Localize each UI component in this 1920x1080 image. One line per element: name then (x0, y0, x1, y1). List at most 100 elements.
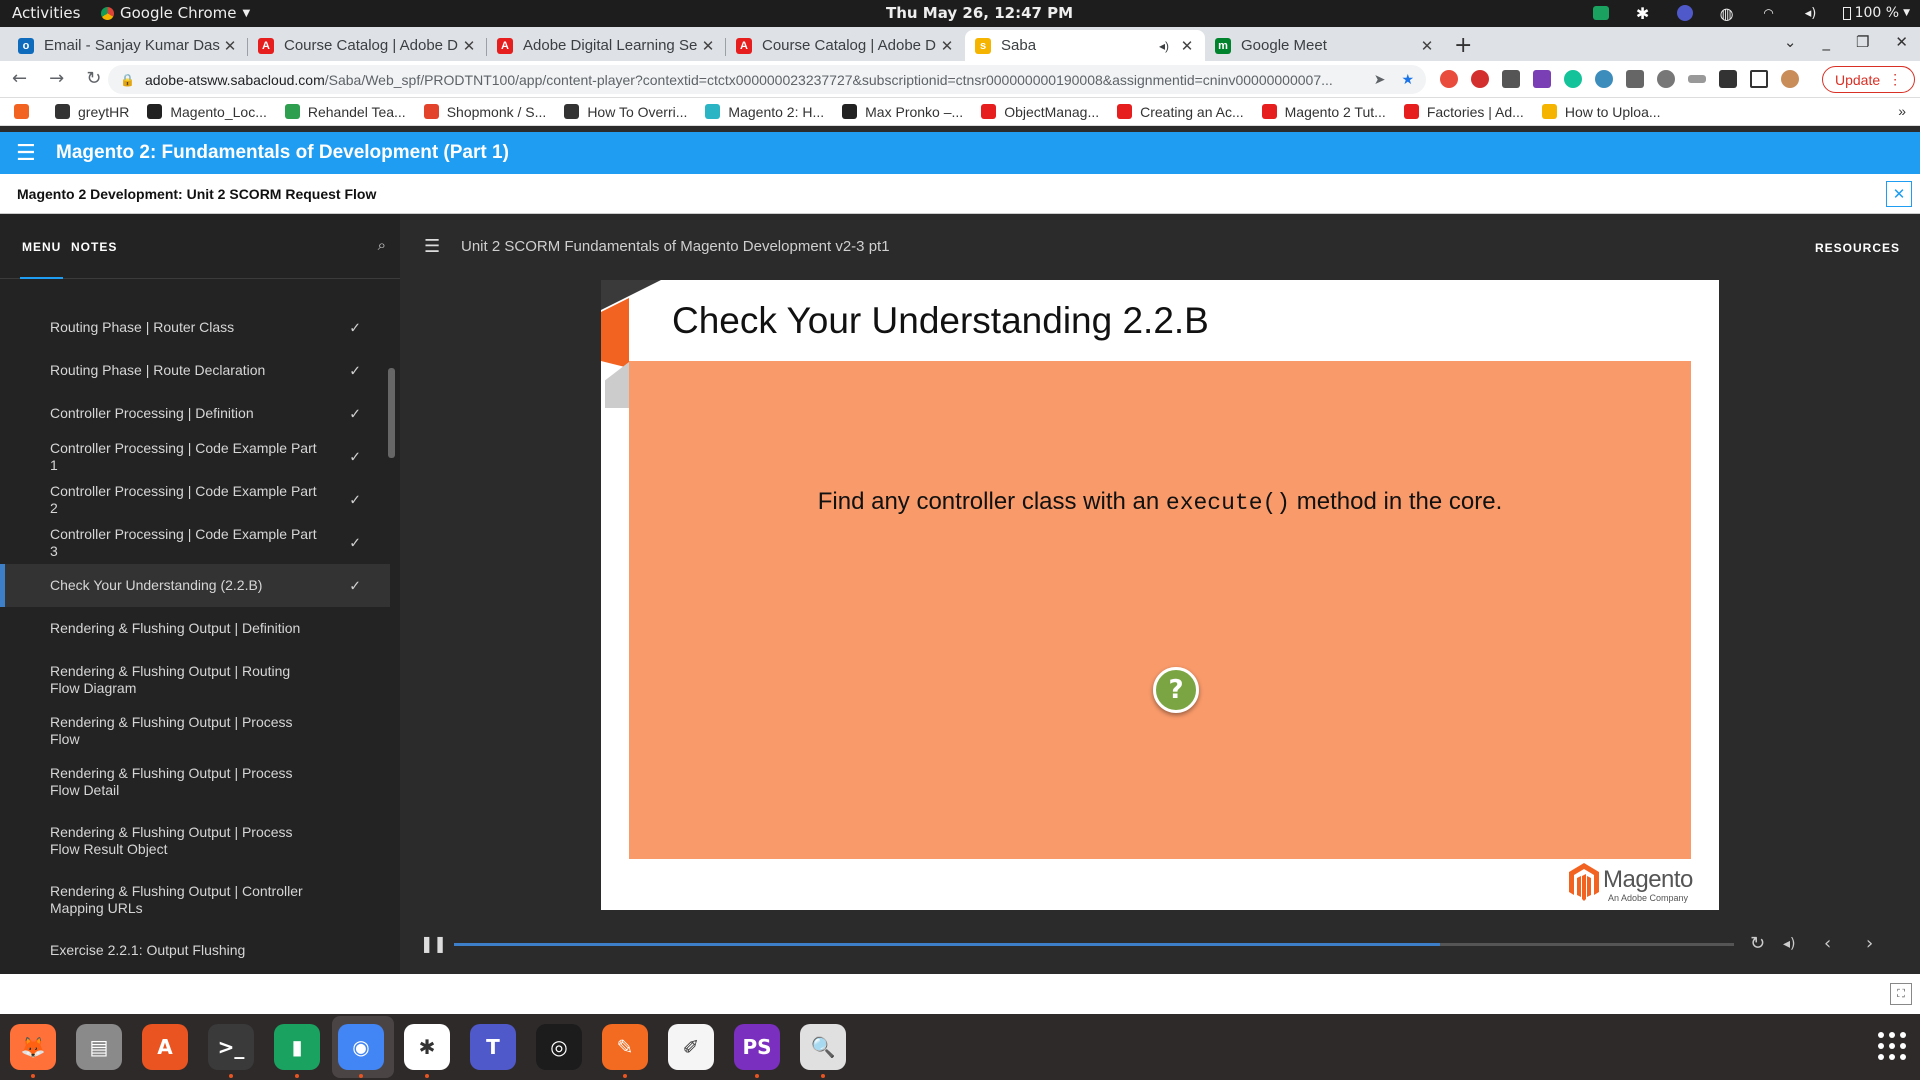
bookmark-magento[interactable] (14, 104, 37, 119)
sidebar-menu-item[interactable]: Rendering & Flushing Output | Controller… (0, 870, 390, 929)
close-player-button[interactable]: ✕ (1886, 181, 1912, 207)
slack-icon[interactable]: ✱ (404, 1024, 450, 1070)
bookmark-item[interactable]: Rehandel Tea... (284, 104, 406, 120)
google-chat-icon[interactable]: ▮ (274, 1024, 320, 1070)
wifi-icon[interactable]: ◠ (1759, 3, 1779, 23)
hamburger-menu-icon[interactable]: ☰ (16, 141, 38, 166)
sidebar-menu-item[interactable]: Rendering & Flushing Output | Definition (0, 607, 390, 650)
pause-icon[interactable]: ❚❚ (420, 934, 447, 953)
extension-icon[interactable] (1502, 70, 1520, 88)
software-center-icon[interactable]: A (142, 1024, 188, 1070)
fullscreen-icon[interactable]: ⛶ (1890, 983, 1912, 1005)
search-icon[interactable]: ⌕ (378, 236, 386, 254)
sidebar-menu-item[interactable]: Exercise 2.2.1: Output Flushing (0, 929, 390, 972)
tab-notes[interactable]: NOTES (71, 240, 117, 254)
app-menu[interactable]: Google Chrome ▼ (101, 4, 250, 22)
speaker-icon[interactable]: ◂) (1159, 39, 1169, 53)
chrome-icon[interactable]: ◉ (338, 1024, 384, 1070)
replay-icon[interactable]: ↻ (1750, 933, 1765, 954)
globe-icon[interactable]: ◍ (1717, 3, 1737, 23)
bookmark-item[interactable]: Magento_Loc... (147, 104, 267, 120)
tab-search-icon[interactable]: ⌄ (1784, 33, 1797, 51)
tab-menu[interactable]: MENU (22, 240, 61, 254)
gear-icon[interactable] (1657, 70, 1675, 88)
progress-bar[interactable] (454, 943, 1734, 946)
bookmark-item[interactable]: Creating an Ac... (1117, 104, 1244, 120)
close-icon[interactable]: ✕ (461, 37, 477, 55)
next-slide-icon[interactable]: › (1866, 933, 1873, 954)
adblock-icon[interactable] (1471, 70, 1489, 88)
bookmark-item[interactable]: greytHR (55, 104, 129, 120)
minimize-icon[interactable]: _ (1822, 33, 1830, 51)
reload-icon[interactable]: ↻ (86, 68, 101, 89)
terminal-icon[interactable]: >_ (208, 1024, 254, 1070)
sidebar-menu-item[interactable]: Rendering & Flushing Output | Process Fl… (0, 709, 390, 752)
sidebar-menu-item[interactable]: Rendering & Flushing Output | Routing Fl… (0, 650, 390, 709)
image-viewer-icon[interactable]: 🔍 (800, 1024, 846, 1070)
more-bookmarks-icon[interactable]: » (1898, 103, 1906, 119)
show-applications-icon[interactable] (1878, 1032, 1906, 1060)
bookmark-item[interactable]: Shopmonk / S... (423, 104, 546, 120)
tab-email[interactable]: o Email - Sanjay Kumar Das ✕ (8, 30, 248, 61)
sidebar-menu-item[interactable]: Controller Processing | Definition ✓ (0, 392, 390, 435)
pen-icon[interactable]: ✎ (602, 1024, 648, 1070)
bookmark-item[interactable]: Magento 2: H... (705, 104, 824, 120)
extension-icon[interactable] (1533, 70, 1551, 88)
side-panel-icon[interactable] (1750, 70, 1768, 88)
address-bar[interactable]: 🔒 adobe-atsww.sabacloud.com/Saba/Web_spf… (108, 65, 1426, 94)
puzzle-icon[interactable] (1719, 70, 1737, 88)
camera-icon[interactable]: ◎ (536, 1024, 582, 1070)
sidebar-menu-item[interactable]: Rendering & Flushing Output | Process Fl… (0, 811, 390, 870)
close-icon[interactable]: ✕ (222, 37, 238, 55)
google-chat-tray-icon[interactable] (1591, 3, 1611, 23)
battery-indicator[interactable]: 100 % ▼ (1842, 5, 1910, 21)
bookmark-item[interactable]: Magento 2 Tut... (1261, 104, 1386, 120)
close-icon[interactable]: ✕ (1179, 37, 1195, 55)
bookmark-item[interactable]: ObjectManag... (981, 104, 1099, 120)
sidebar-menu-item[interactable]: Controller Processing | Code Example Par… (0, 521, 390, 564)
slack-tray-icon[interactable]: ✱ (1633, 3, 1653, 23)
tab-adobe-digital-learning[interactable]: A Adobe Digital Learning Se ✕ (487, 30, 726, 61)
sidebar-menu-item[interactable]: Controller Processing | Code Example Par… (0, 478, 390, 521)
clock[interactable]: Thu May 26, 12:47 PM (886, 4, 1073, 22)
bookmark-star-icon[interactable]: ★ (1401, 71, 1414, 88)
sidebar-menu-item[interactable]: Rendering & Flushing Output | Process Fl… (0, 752, 390, 811)
sidebar-menu-item[interactable]: Check Your Understanding (2.2.B) ✓ (0, 564, 390, 607)
toggle-menu-icon[interactable]: ☰ (424, 236, 440, 257)
bookmark-item[interactable]: Max Pronko –... (842, 104, 963, 120)
sidebar-menu-item[interactable]: Routing Phase | Route Declaration ✓ (0, 349, 390, 392)
bookmark-item[interactable]: How To Overri... (564, 104, 687, 120)
volume-icon[interactable]: ◂) (1801, 3, 1821, 23)
resources-button[interactable]: RESOURCES (1815, 241, 1900, 255)
lock-icon[interactable]: 🔒 (120, 73, 135, 87)
update-button[interactable]: Update ⋮ (1822, 66, 1916, 93)
text-editor-icon[interactable]: ✐ (668, 1024, 714, 1070)
extension-icon[interactable] (1595, 70, 1613, 88)
activities-button[interactable]: Activities (12, 4, 80, 22)
tab-saba[interactable]: s Saba ◂) ✕ (965, 30, 1205, 61)
forward-arrow-icon[interactable]: → (49, 68, 64, 89)
close-window-icon[interactable]: ✕ (1895, 33, 1908, 51)
tab-course-catalog-2[interactable]: A Course Catalog | Adobe D ✕ (726, 30, 965, 61)
previous-slide-icon[interactable]: ‹ (1824, 933, 1831, 954)
send-icon[interactable]: ➤ (1374, 71, 1386, 88)
close-icon[interactable]: ✕ (700, 37, 716, 55)
files-icon[interactable]: ▤ (76, 1024, 122, 1070)
close-icon[interactable]: ✕ (939, 37, 955, 55)
tab-course-catalog-1[interactable]: A Course Catalog | Adobe D ✕ (248, 30, 487, 61)
avatar[interactable] (1781, 70, 1799, 88)
extension-icon[interactable] (1440, 70, 1458, 88)
bookmark-item[interactable]: How to Uploa... (1541, 104, 1661, 120)
new-tab-button[interactable]: + (1454, 33, 1472, 58)
sidebar-menu-item[interactable]: Routing Phase | Router Class ✓ (0, 306, 390, 349)
firefox-icon[interactable]: 🦊 (10, 1024, 56, 1070)
phpstorm-icon[interactable]: PS (734, 1024, 780, 1070)
back-arrow-icon[interactable]: ← (12, 68, 27, 89)
restore-icon[interactable]: ❐ (1856, 33, 1869, 51)
tab-google-meet[interactable]: m Google Meet ✕ (1205, 30, 1445, 61)
sidebar-menu-item[interactable]: Controller Processing | Code Example Par… (0, 435, 390, 478)
extension-icon[interactable] (1626, 70, 1644, 88)
more-vert-icon[interactable]: ⋮ (1888, 71, 1902, 88)
close-icon[interactable]: ✕ (1419, 37, 1435, 55)
reveal-answer-button[interactable]: ? (1153, 667, 1199, 713)
